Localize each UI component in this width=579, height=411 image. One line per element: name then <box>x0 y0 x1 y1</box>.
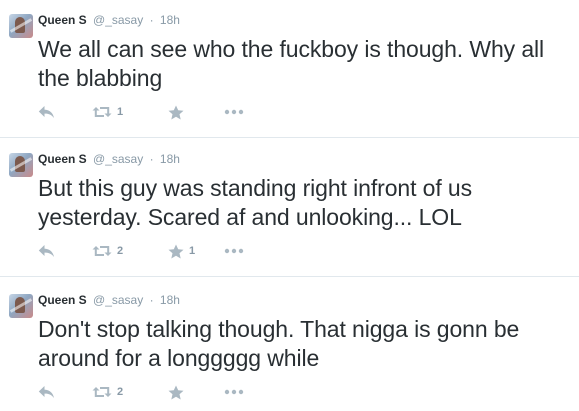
separator: · <box>149 152 154 166</box>
timestamp[interactable]: 18h <box>160 13 180 27</box>
author-handle[interactable]: @_sasay <box>93 152 143 166</box>
timestamp[interactable]: 18h <box>160 293 180 307</box>
tweet[interactable]: Queen S @_sasay · 18h But this guy was s… <box>0 139 579 277</box>
tweet-feed: Queen S @_sasay · 18h We all can see who… <box>0 0 579 411</box>
star-icon <box>168 105 184 119</box>
author-name[interactable]: Queen S <box>38 13 87 27</box>
tweet[interactable]: Queen S @_sasay · 18h Don't stop talking… <box>0 280 579 411</box>
retweet-count: 1 <box>117 106 124 118</box>
retweet-count: 2 <box>117 245 124 257</box>
reply-button[interactable] <box>38 103 55 121</box>
avatar[interactable] <box>9 294 33 318</box>
reply-button[interactable] <box>38 383 55 401</box>
author-handle[interactable]: @_sasay <box>93 293 143 307</box>
author-handle[interactable]: @_sasay <box>93 13 143 27</box>
more-dots-icon <box>224 389 244 395</box>
retweet-count: 2 <box>117 386 124 398</box>
favorite-button[interactable] <box>168 383 189 401</box>
tweet-header: Queen S @_sasay · 18h <box>38 293 180 307</box>
more-button[interactable] <box>224 383 244 401</box>
reply-icon <box>38 245 54 257</box>
retweet-button[interactable]: 2 <box>92 383 123 401</box>
timestamp[interactable]: 18h <box>160 152 180 166</box>
avatar[interactable] <box>9 153 33 177</box>
separator: · <box>149 293 154 307</box>
retweet-button[interactable]: 1 <box>92 103 123 121</box>
favorite-button[interactable] <box>168 103 189 121</box>
more-button[interactable] <box>224 103 244 121</box>
more-button[interactable] <box>224 242 244 260</box>
separator: · <box>149 13 154 27</box>
tweet-header: Queen S @_sasay · 18h <box>38 13 180 27</box>
tweet-actions: 2 1 <box>38 242 558 260</box>
tweet[interactable]: Queen S @_sasay · 18h We all can see who… <box>0 0 579 138</box>
retweet-button[interactable]: 2 <box>92 242 123 260</box>
favorite-count: 1 <box>189 245 196 257</box>
retweet-icon <box>92 387 112 397</box>
reply-icon <box>38 386 54 398</box>
retweet-icon <box>92 246 112 256</box>
tweet-text: Don't stop talking though. That nigga is… <box>38 316 520 371</box>
author-name[interactable]: Queen S <box>38 293 87 307</box>
tweet-actions: 2 <box>38 383 558 401</box>
reply-icon <box>38 106 54 118</box>
favorite-button[interactable]: 1 <box>168 242 195 260</box>
tweet-actions: 1 <box>38 103 558 121</box>
more-dots-icon <box>224 109 244 115</box>
tweet-text: But this guy was standing right infront … <box>38 175 473 230</box>
star-icon <box>168 244 184 258</box>
avatar[interactable] <box>9 14 33 38</box>
more-dots-icon <box>224 248 244 254</box>
tweet-header: Queen S @_sasay · 18h <box>38 152 180 166</box>
tweet-text: We all can see who the fuckboy is though… <box>38 36 545 91</box>
star-icon <box>168 385 184 399</box>
reply-button[interactable] <box>38 242 55 260</box>
retweet-icon <box>92 107 112 117</box>
author-name[interactable]: Queen S <box>38 152 87 166</box>
